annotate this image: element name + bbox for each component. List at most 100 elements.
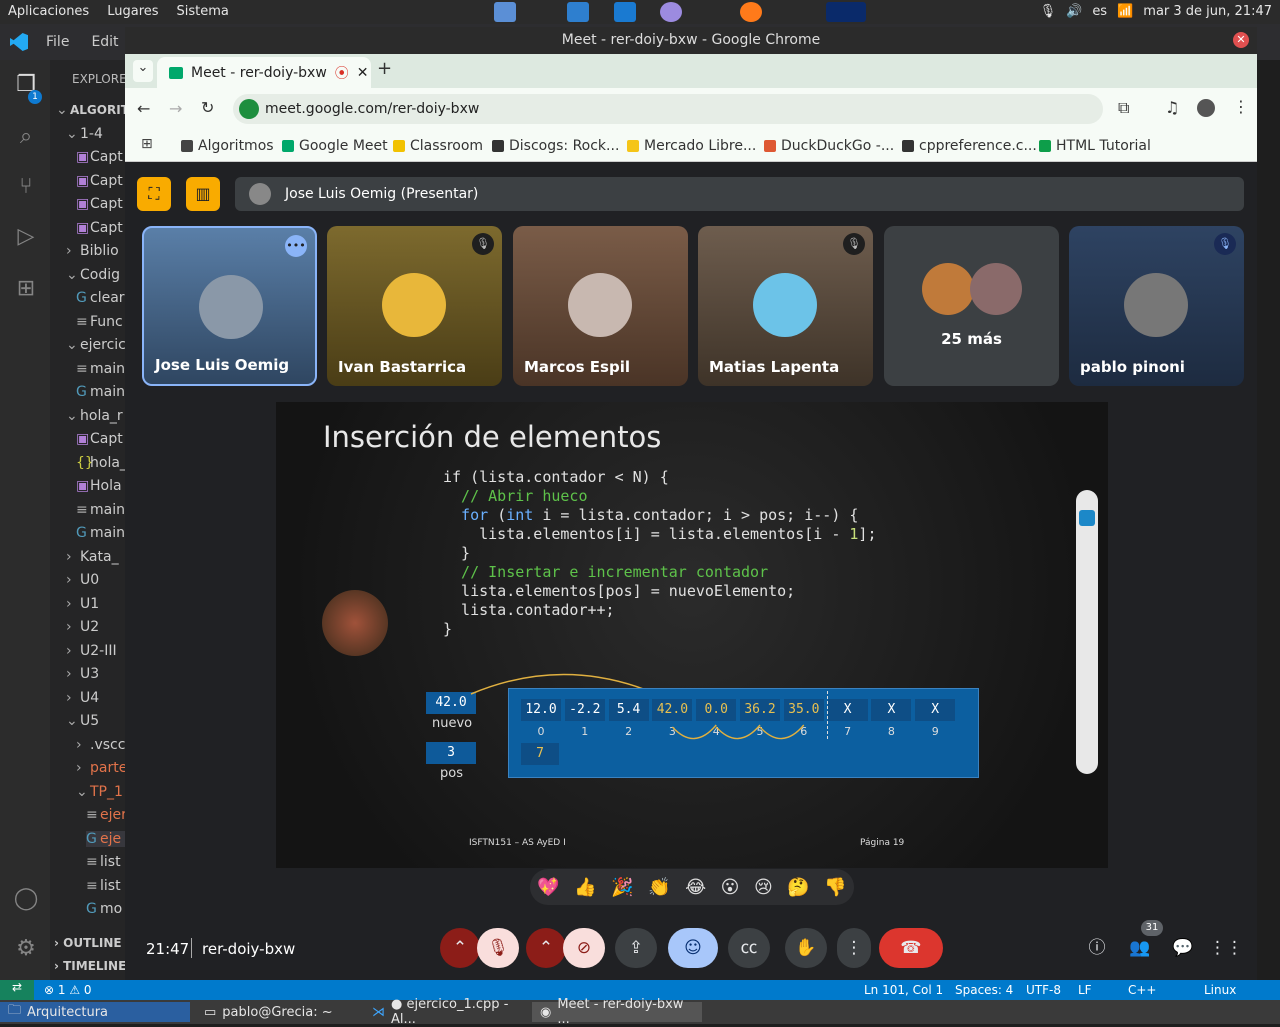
reaction-emoji[interactable]: 😢 — [754, 877, 773, 898]
info-button[interactable]: ⓘ — [1077, 928, 1117, 968]
present-button[interactable]: ⇪ — [615, 928, 657, 968]
tab-close-icon[interactable]: ✕ — [357, 65, 369, 81]
task-terminal[interactable]: ▭ pablo@Grecia: ~ — [196, 1002, 358, 1022]
firefox-icon[interactable] — [740, 2, 762, 22]
tree-item[interactable]: {}hola_ — [76, 455, 126, 471]
window-close-icon[interactable]: ✕ — [1233, 32, 1249, 48]
pen-tool-icon[interactable] — [1079, 510, 1095, 526]
tree-item[interactable]: Gmain — [76, 384, 126, 400]
media-control-icon[interactable]: ♫ — [1165, 98, 1179, 117]
back-icon[interactable]: ← — [137, 99, 150, 118]
tree-item[interactable]: Gmain — [76, 525, 126, 541]
bookmark-item[interactable]: Classroom — [393, 138, 483, 154]
volume-tray-icon[interactable]: 🔊 — [1066, 4, 1082, 19]
language-mode[interactable]: C++ — [1128, 983, 1157, 997]
tree-item[interactable]: › Kata_ — [66, 549, 126, 565]
bookmark-item[interactable]: Discogs: Rock... — [492, 138, 619, 154]
search-icon[interactable]: ⌕ — [12, 124, 40, 152]
participant-tile[interactable]: 🎙 Ivan Bastarrica — [327, 226, 502, 386]
camera-options-button[interactable]: ⌃ — [526, 928, 566, 968]
outline-section[interactable]: › OUTLINE — [54, 936, 122, 950]
reload-icon[interactable]: ↻ — [201, 98, 214, 117]
tree-item[interactable]: › parte — [76, 760, 126, 776]
remote-desktop-icon[interactable] — [567, 2, 589, 22]
tree-item[interactable]: ▣Capt — [76, 431, 126, 447]
panel-menu-item[interactable]: Sistema — [177, 4, 229, 19]
bookmark-item[interactable]: Algoritmos — [181, 138, 274, 154]
tree-item[interactable]: Gmo — [86, 901, 126, 917]
lang-indicator[interactable]: es — [1092, 4, 1107, 19]
tree-item[interactable]: ⌄ hola_r — [66, 408, 126, 424]
address-bar[interactable]: meet.google.com/rer-doiy-bxw — [233, 94, 1103, 124]
reaction-emoji[interactable]: 👎 — [824, 877, 846, 898]
reaction-emoji[interactable]: 🎉 — [611, 877, 633, 898]
camera-toggle-button[interactable]: ⊘ — [563, 928, 605, 968]
tree-item[interactable]: ▣Capt — [76, 220, 126, 236]
tree-item[interactable]: ⌄ 1-4 — [66, 126, 126, 142]
layout-icon[interactable]: ▥ — [186, 177, 220, 211]
annotation-toolbar[interactable] — [1076, 490, 1098, 774]
encoding[interactable]: UTF-8 — [1026, 983, 1061, 997]
os-label[interactable]: Linux — [1204, 983, 1236, 997]
leave-call-button[interactable]: ☎ — [879, 928, 943, 968]
extensions-icon[interactable]: ⊞ — [12, 276, 40, 304]
files-icon[interactable] — [494, 2, 516, 22]
tab-search-icon[interactable]: ⌄ — [133, 60, 153, 82]
tree-item[interactable]: ▣Capt — [76, 173, 126, 189]
reaction-emoji[interactable]: 😂 — [685, 877, 706, 898]
participant-tile[interactable]: ••• Jose Luis Oemig — [142, 226, 317, 386]
source-control-icon[interactable]: ⑂ — [12, 174, 40, 202]
tree-item[interactable]: ≡ main — [76, 361, 126, 377]
mic-tray-icon[interactable]: 🎙 — [1040, 4, 1057, 19]
network-tray-icon[interactable]: 📶 — [1117, 4, 1133, 19]
timeline-section[interactable]: › TIMELINE — [54, 959, 126, 973]
panel-menu-item[interactable]: Aplicaciones — [8, 4, 89, 19]
tree-item[interactable]: ≡ Func — [76, 314, 126, 330]
account-icon[interactable]: ◯ — [12, 886, 40, 914]
tree-item[interactable]: ▣Capt — [76, 149, 126, 165]
run-debug-icon[interactable]: ▷ — [12, 224, 40, 252]
menu-file[interactable]: File — [46, 34, 69, 50]
problems-indicator[interactable]: ⊗ 1 ⚠ 0 — [44, 983, 92, 997]
mic-options-button[interactable]: ⌃ — [440, 928, 480, 968]
reaction-emoji[interactable]: 🤔 — [787, 877, 809, 898]
reaction-emoji[interactable]: 💖 — [537, 877, 559, 898]
tree-item[interactable]: ≡ list — [86, 854, 126, 870]
panel-menu-item[interactable]: Lugares — [107, 4, 158, 19]
chrome-menu-icon[interactable]: ⋮ — [1233, 97, 1249, 116]
bookmark-item[interactable]: HTML Tutorial — [1039, 138, 1151, 154]
task-vscode[interactable]: ⋊ ● ejercico_1.cpp - Al... — [364, 997, 530, 1027]
mic-toggle-button[interactable]: 🎙 — [477, 928, 519, 968]
site-info-icon[interactable] — [239, 99, 259, 119]
indent-setting[interactable]: Spaces: 4 — [955, 983, 1013, 997]
remote-icon[interactable]: ⇄ — [0, 980, 34, 1000]
settings-gear-icon[interactable]: ⚙ — [12, 936, 40, 964]
tree-item[interactable]: › U1 — [66, 596, 126, 612]
tree-item[interactable]: ⌄ ejercic — [66, 337, 126, 353]
tree-item[interactable]: Gclear — [76, 290, 126, 306]
bookmark-item[interactable]: cppreference.c... — [902, 138, 1037, 154]
tree-item[interactable]: Geje — [86, 830, 126, 847]
more-options-button[interactable]: ⋮ — [837, 928, 871, 968]
participant-tile[interactable]: 🎙 Matias Lapenta — [698, 226, 873, 386]
tree-item[interactable]: ≡ ejer — [86, 807, 126, 823]
clock[interactable]: mar 3 de jun, 21:47 — [1143, 4, 1272, 19]
bookmark-item[interactable]: Google Meet — [282, 138, 388, 154]
tree-item[interactable]: › U2 — [66, 619, 126, 635]
tree-item[interactable]: ⌄ TP_1 — [76, 784, 126, 800]
tree-item[interactable]: ≡ list — [86, 878, 126, 894]
more-options-icon[interactable]: ••• — [285, 235, 307, 257]
browser-launcher-icon[interactable] — [660, 2, 682, 22]
reaction-emoji[interactable]: 👏 — [648, 877, 670, 898]
task-chrome[interactable]: ◉ Meet - rer-doiy-bxw ... — [532, 997, 702, 1027]
tree-item[interactable]: ≡ main — [76, 502, 126, 518]
activities-button[interactable]: ⋮⋮ — [1206, 928, 1246, 968]
bookmark-item[interactable]: Mercado Libre... — [627, 138, 756, 154]
tree-item[interactable]: ⌄ U5 — [66, 713, 126, 729]
tree-item[interactable]: › .vscc — [76, 737, 126, 753]
stop-presenting-icon[interactable]: ⛶ — [137, 177, 171, 211]
eol[interactable]: LF — [1078, 983, 1092, 997]
more-participants-tile[interactable]: 25 más — [884, 226, 1059, 386]
forward-icon[interactable]: → — [169, 99, 182, 118]
captions-button[interactable]: ㏄ — [728, 928, 770, 968]
